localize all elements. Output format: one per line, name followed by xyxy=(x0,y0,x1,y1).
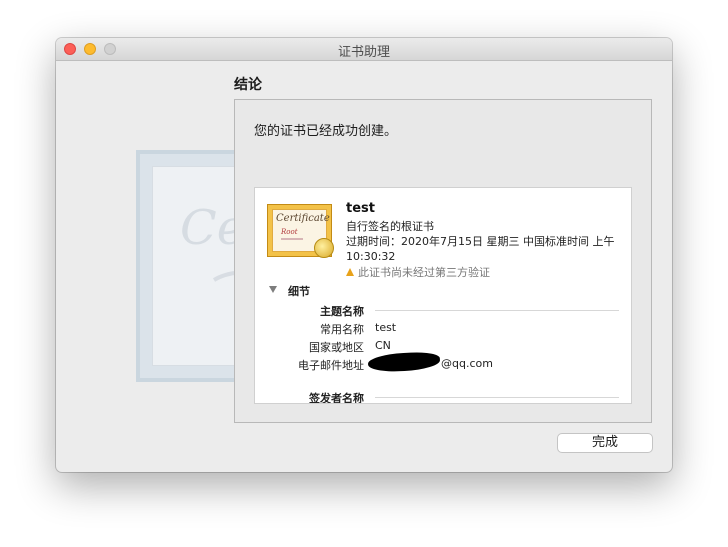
country-value: CN xyxy=(375,339,391,352)
common-name-value: test xyxy=(375,321,397,334)
country-label: 国家或地区 xyxy=(309,341,364,354)
subject-name-divider xyxy=(375,310,619,311)
certificate-icon-label: Certificate xyxy=(276,213,330,224)
issuer-name-divider xyxy=(375,397,619,398)
conclusion-group-box: 您的证书已经成功创建。 Certificate Root test 自行签名的根… xyxy=(234,99,652,423)
subject-name-label: 主题名称 xyxy=(320,305,364,318)
certificate-warning-text: 此证书尚未经过第三方验证 xyxy=(358,266,490,279)
issuer-name-label: 签发者名称 xyxy=(309,392,364,404)
certificate-seal-icon xyxy=(314,238,334,258)
success-message: 您的证书已经成功创建。 xyxy=(254,124,398,139)
done-button[interactable]: 完成 xyxy=(557,433,653,453)
certificate-type: 自行签名的根证书 xyxy=(346,220,434,233)
email-redaction xyxy=(367,351,441,373)
title-bar: 证书助理 xyxy=(56,38,672,61)
section-title: 结论 xyxy=(234,77,262,93)
certificate-detail-panel[interactable]: Certificate Root test 自行签名的根证书 过期时间：2020… xyxy=(254,187,632,404)
email-label: 电子邮件地址 xyxy=(298,359,364,372)
email-value: @qq.com xyxy=(441,357,493,370)
certificate-icon: Certificate Root xyxy=(267,204,334,258)
certificate-assistant-window: 证书助理 Cer 结论 您的证书已经成功创建。 Certificate Root… xyxy=(56,38,672,472)
window-title: 证书助理 xyxy=(337,45,390,60)
details-section-label: 细节 xyxy=(288,285,310,298)
certificate-icon-root-label: Root xyxy=(281,228,298,236)
common-name-label: 常用名称 xyxy=(320,323,364,336)
warning-triangle-icon xyxy=(346,268,354,276)
certificate-expiry: 过期时间：2020年7月15日 星期三 中国标准时间 上午10:30:32 xyxy=(346,235,615,263)
certificate-warning: 此证书尚未经过第三方验证 xyxy=(346,264,490,280)
details-disclosure-triangle-icon[interactable] xyxy=(269,286,277,293)
certificate-name: test xyxy=(346,201,375,216)
